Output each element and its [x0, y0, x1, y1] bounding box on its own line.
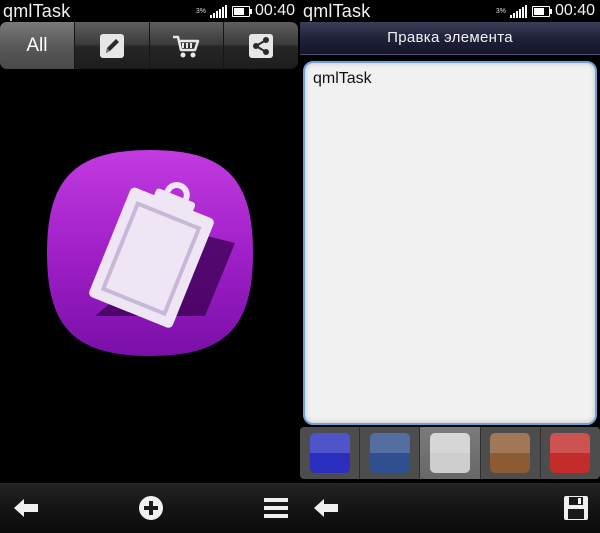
clock: 00:40	[554, 2, 595, 19]
bottom-toolbar	[300, 483, 600, 533]
item-text-editor[interactable]: qmlTask	[303, 61, 597, 425]
back-button[interactable]	[308, 483, 344, 533]
color-option-steel-blue[interactable]	[360, 427, 421, 479]
edit-icon	[99, 33, 124, 58]
add-icon	[139, 496, 163, 520]
back-arrow-icon	[314, 499, 338, 517]
battery-percent: 3%	[195, 7, 206, 15]
signal-icon	[209, 4, 227, 18]
back-button[interactable]	[8, 483, 44, 533]
color-swatch-red	[550, 433, 591, 473]
app-title: qmlTask	[303, 1, 371, 21]
status-bar: qmlTask 3% 00:40	[300, 0, 600, 22]
save-icon	[564, 496, 588, 520]
color-swatch-light-gray	[430, 433, 470, 473]
save-button[interactable]	[560, 483, 592, 533]
filter-toolbar: All	[0, 22, 298, 69]
shopping-button[interactable]	[150, 22, 225, 69]
color-swatch-brown	[490, 433, 531, 473]
status-indicators: 3% 00:40	[496, 2, 595, 20]
bottom-toolbar	[0, 483, 300, 533]
share-icon	[249, 33, 274, 58]
menu-icon	[264, 498, 288, 518]
status-bar: qmlTask 3% 00:40	[0, 0, 300, 22]
share-button[interactable]	[224, 22, 298, 69]
battery-icon	[231, 5, 252, 17]
menu-button[interactable]	[260, 483, 292, 533]
clipboard-icon	[45, 148, 255, 358]
clock: 00:40	[254, 2, 295, 19]
back-arrow-icon	[14, 499, 38, 517]
tab-all-label: All	[26, 34, 48, 56]
add-button[interactable]	[134, 483, 168, 533]
app-title: qmlTask	[3, 1, 71, 21]
status-indicators: 3% 00:40	[196, 2, 295, 20]
signal-icon	[509, 4, 527, 18]
color-picker	[300, 427, 600, 479]
edit-button[interactable]	[75, 22, 150, 69]
battery-level-fill	[533, 7, 544, 15]
color-swatch-steel-blue	[369, 433, 410, 473]
color-option-red[interactable]	[541, 427, 600, 479]
battery-percent: 3%	[495, 7, 506, 15]
cart-icon	[173, 35, 200, 57]
page-header: Правка элемента	[300, 22, 600, 55]
item-text-value: qmlTask	[313, 70, 372, 87]
task-list-screen: qmlTask 3% 00:40 All	[0, 0, 300, 533]
tab-all[interactable]: All	[0, 22, 75, 69]
color-option-brown[interactable]	[481, 427, 541, 479]
edit-item-screen: qmlTask 3% 00:40 Правка элемента qmlTask	[300, 0, 600, 533]
battery-level-fill	[233, 7, 244, 15]
page-title: Правка элемента	[387, 29, 513, 46]
color-option-blue[interactable]	[300, 427, 361, 479]
color-swatch-blue	[309, 433, 350, 473]
color-option-light-gray[interactable]	[420, 427, 481, 479]
battery-icon	[531, 5, 552, 17]
